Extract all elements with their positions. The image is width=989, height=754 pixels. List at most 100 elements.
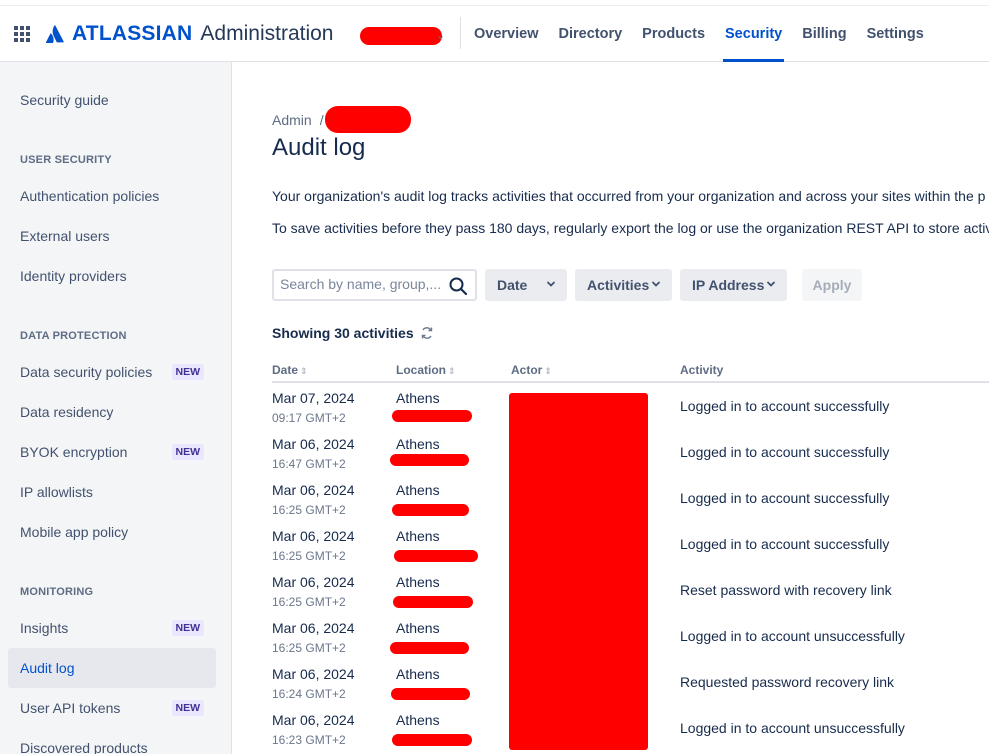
page-title: Audit log (272, 134, 366, 161)
page-description: Your organization's audit log tracks act… (272, 188, 986, 204)
row-time: 16:25 GMT+2 (272, 503, 346, 517)
search-input[interactable] (280, 276, 442, 292)
row-activity: Logged in to account successfully (680, 490, 890, 506)
column-header-activity: Activity (680, 363, 724, 377)
nav-billing[interactable]: Billing (802, 0, 846, 62)
sidebar-item-mobile-app-policy[interactable]: Mobile app policy (8, 512, 216, 552)
row-date: Mar 06, 2024 (272, 436, 355, 452)
row-activity: Logged in to account successfully (680, 398, 890, 414)
ip-address-filter-label: IP Address (692, 277, 765, 293)
nav-settings[interactable]: Settings (867, 0, 924, 62)
row-time: 16:23 GMT+2 (272, 733, 346, 747)
sidebar-item-ip-allowlists[interactable]: IP allowlists (8, 472, 216, 512)
breadcrumb-admin-link[interactable]: Admin (272, 112, 312, 128)
search-field[interactable] (272, 269, 477, 301)
redacted-organization-name (360, 27, 442, 45)
sidebar-item-authentication-policies[interactable]: Authentication policies (8, 176, 216, 216)
new-badge: NEW (171, 700, 204, 716)
chevron-down-icon (652, 281, 660, 287)
column-header-location[interactable]: Location ⇕ (396, 363, 456, 377)
activities-filter-button[interactable]: Activities (575, 269, 672, 301)
refresh-icon[interactable] (420, 326, 434, 340)
breadcrumb-separator: / (319, 111, 324, 128)
ip-address-filter-button[interactable]: IP Address (680, 269, 787, 301)
results-count: Showing 30 activities (272, 325, 434, 341)
sidebar-item-data-residency[interactable]: Data residency (8, 392, 216, 432)
row-activity: Logged in to account unsuccessfully (680, 628, 905, 644)
column-header-label: Location (396, 363, 446, 377)
sidebar-heading-data-protection: DATA PROTECTION (20, 330, 127, 342)
results-count-label: Showing 30 activities (272, 325, 414, 341)
row-location: Athens (396, 436, 440, 452)
atlassian-logo-icon (46, 25, 64, 43)
sidebar-item-insights[interactable]: Insights NEW (8, 608, 216, 648)
sidebar-item-external-users[interactable]: External users (8, 216, 216, 256)
row-date: Mar 07, 2024 (272, 390, 355, 406)
sidebar-item-data-security-policies[interactable]: Data security policies NEW (8, 352, 216, 392)
sidebar-item-label: IP allowlists (20, 484, 93, 500)
chevron-down-icon (547, 281, 555, 287)
row-time: 16:47 GMT+2 (272, 457, 346, 471)
column-header-date[interactable]: Date ⇕ (272, 363, 308, 377)
date-filter-button[interactable]: Date (485, 269, 567, 301)
row-activity: Reset password with recovery link (680, 582, 892, 598)
sidebar-item-label: Audit log (20, 660, 75, 676)
sidebar-item-label: Authentication policies (20, 188, 160, 204)
table-header: Date ⇕ Location ⇕ Actor ⇕ Activity (272, 361, 989, 383)
row-activity: Logged in to account unsuccessfully (680, 720, 905, 736)
page-description-export: To save activities before they pass 180 … (272, 220, 989, 236)
sidebar-item-discovered-products[interactable]: Discovered products (8, 728, 216, 754)
row-location: Athens (396, 390, 440, 406)
sidebar-item-audit-log[interactable]: Audit log (8, 648, 216, 688)
sort-icon: ⇕ (544, 366, 552, 376)
row-location: Athens (396, 666, 440, 682)
top-navigation-bar: ATLASSIAN Administration ⌄ Overview Dire… (0, 0, 989, 62)
row-date: Mar 06, 2024 (272, 528, 355, 544)
sidebar-item-label: Identity providers (20, 268, 127, 284)
row-location: Athens (396, 482, 440, 498)
row-location: Athens (396, 574, 440, 590)
sidebar-heading-user-security: USER SECURITY (20, 154, 112, 166)
redacted-actor-column (509, 393, 648, 750)
row-time: 16:25 GMT+2 (272, 595, 346, 609)
new-badge: NEW (171, 444, 204, 460)
brand-subtitle: Administration (200, 22, 334, 45)
sidebar-item-byok-encryption[interactable]: BYOK encryption NEW (8, 432, 216, 472)
nav-products[interactable]: Products (642, 0, 705, 62)
sidebar-item-user-api-tokens[interactable]: User API tokens NEW (8, 688, 216, 728)
redacted-ip-address (393, 596, 473, 608)
breadcrumb: Admin / (272, 106, 411, 133)
sidebar-item-label: External users (20, 228, 110, 244)
new-badge: NEW (171, 364, 204, 380)
redacted-ip-address (392, 734, 472, 746)
nav-overview[interactable]: Overview (474, 0, 539, 62)
row-activity: Requested password recovery link (680, 674, 894, 690)
sidebar-item-label: Data security policies (20, 364, 153, 380)
row-time: 16:25 GMT+2 (272, 641, 346, 655)
sidebar-item-label: Mobile app policy (20, 524, 129, 540)
atlassian-logo[interactable]: ATLASSIAN Administration (46, 21, 333, 47)
sidebar-item-security-guide[interactable]: Security guide (8, 80, 216, 120)
apply-button[interactable]: Apply (802, 269, 862, 301)
sidebar-item-identity-providers[interactable]: Identity providers (8, 256, 216, 296)
redacted-breadcrumb-organization[interactable] (324, 106, 411, 133)
row-date: Mar 06, 2024 (272, 712, 355, 728)
row-activity: Logged in to account successfully (680, 444, 890, 460)
row-date: Mar 06, 2024 (272, 666, 355, 682)
organization-picker[interactable]: ⌄ (360, 27, 446, 45)
row-activity: Logged in to account successfully (680, 536, 890, 552)
redacted-ip-address (391, 688, 470, 700)
nav-divider (460, 17, 461, 49)
search-icon[interactable] (448, 276, 468, 296)
date-filter-label: Date (497, 277, 528, 293)
new-badge: NEW (171, 620, 204, 636)
sort-icon: ⇕ (448, 366, 456, 376)
brand-name: ATLASSIAN (72, 22, 193, 45)
nav-security[interactable]: Security (723, 0, 785, 62)
redacted-ip-address (394, 550, 478, 562)
redacted-ip-address (392, 410, 472, 422)
app-switcher-icon[interactable] (14, 26, 30, 42)
sidebar: Security guide USER SECURITY Authenticat… (0, 62, 232, 754)
column-header-actor[interactable]: Actor ⇕ (511, 363, 552, 377)
nav-directory[interactable]: Directory (559, 0, 623, 62)
